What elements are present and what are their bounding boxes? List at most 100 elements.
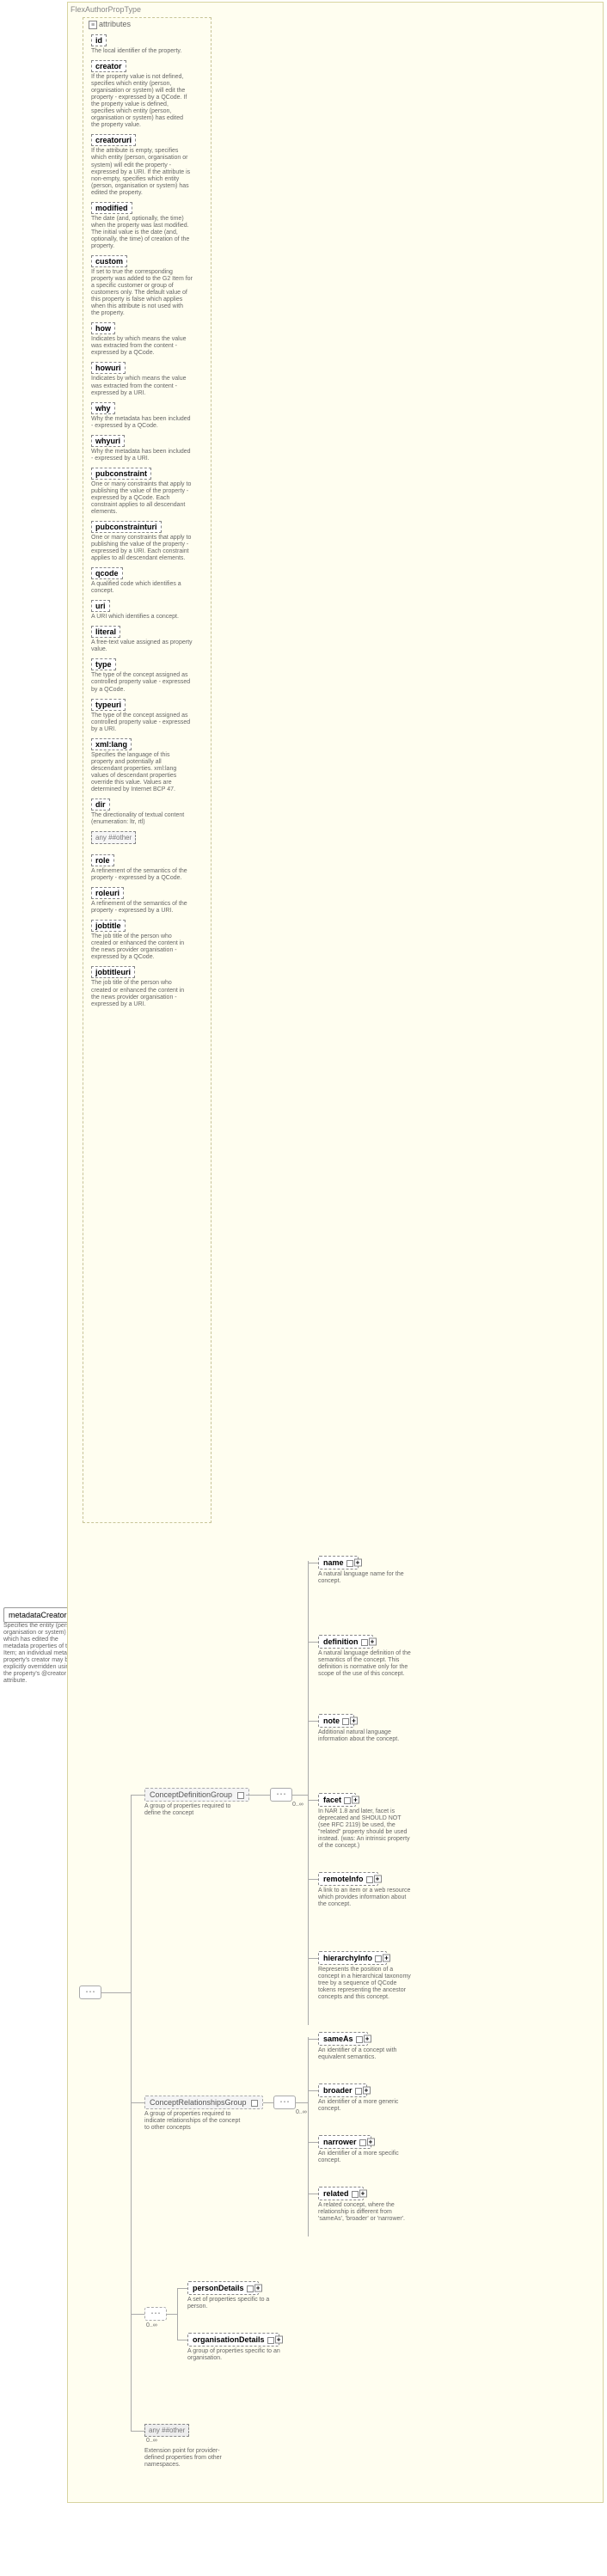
- element-desc: A link to an item or a web resource whic…: [318, 1888, 413, 1908]
- element-icon: [342, 1718, 349, 1725]
- connector: [246, 1795, 270, 1796]
- element-desc: A natural language definition of the sem…: [318, 1650, 413, 1678]
- occurrence: 0..∞: [296, 2109, 307, 2115]
- any-other-element[interactable]: any ##other: [144, 2424, 189, 2437]
- connector: [308, 2037, 309, 2236]
- attr-how[interactable]: howIndicates by which means the value wa…: [91, 322, 208, 357]
- attr-typeuri[interactable]: typeuriThe type of the concept assigned …: [91, 699, 208, 733]
- occurrence: 0..∞: [146, 2438, 157, 2444]
- attr-any-other[interactable]: any ##other: [91, 831, 208, 849]
- attr-pubconstrainturi[interactable]: pubconstrainturiOne or many constraints …: [91, 521, 208, 562]
- concept-definition-group-node[interactable]: ConceptDefinitionGroup A group of proper…: [144, 1788, 249, 1817]
- attr-howuri[interactable]: howuriIndicates by which means the value…: [91, 362, 208, 396]
- attr-modified[interactable]: modifiedThe date (and, optionally, the t…: [91, 202, 208, 250]
- connector: [308, 1879, 318, 1880]
- element-name[interactable]: name+A natural language name for the con…: [318, 1556, 413, 1585]
- attr-literal[interactable]: literalA free-text value assigned as pro…: [91, 626, 208, 653]
- attr-creatoruri[interactable]: creatoruriIf the attribute is empty, spe…: [91, 134, 208, 196]
- connector: [263, 2102, 273, 2103]
- attr-jobtitleuri[interactable]: jobtitleuriThe job title of the person w…: [91, 966, 208, 1007]
- expand-icon[interactable]: +: [275, 2336, 283, 2344]
- element-icon: [247, 2285, 254, 2292]
- expand-icon[interactable]: +: [254, 2285, 262, 2292]
- group-icon: [237, 1792, 244, 1799]
- attr-custom[interactable]: customIf set to true the corresponding p…: [91, 255, 208, 317]
- element-hierarchyInfo[interactable]: hierarchyInfo+Represents the position of…: [318, 1951, 413, 2001]
- expand-icon[interactable]: +: [354, 1559, 362, 1567]
- expand-icon[interactable]: +: [359, 2190, 367, 2198]
- attr-roleuri[interactable]: roleuriA refinement of the semantics of …: [91, 887, 208, 915]
- attr-creator[interactable]: creatorIf the property value is not defi…: [91, 60, 208, 129]
- connector: [167, 2314, 177, 2315]
- element-desc: Represents the position of a concept in …: [318, 1967, 413, 2001]
- element-desc: A natural language name for the concept.: [318, 1571, 413, 1585]
- type-label: FlexAuthorPropType: [71, 5, 141, 14]
- element-icon: [355, 2088, 362, 2095]
- connector: [131, 2102, 144, 2103]
- element-icon: [352, 2191, 359, 2198]
- expand-icon[interactable]: +: [352, 1796, 359, 1804]
- element-note[interactable]: note+Additional natural language informa…: [318, 1714, 413, 1743]
- expand-icon[interactable]: +: [350, 1717, 358, 1725]
- attr-jobtitle[interactable]: jobtitleThe job title of the person who …: [91, 920, 208, 961]
- expand-icon[interactable]: +: [363, 2087, 371, 2095]
- attr-whyuri[interactable]: whyuriWhy the metadata has been included…: [91, 435, 208, 462]
- element-definition[interactable]: definition+A natural language definition…: [318, 1635, 413, 1678]
- element-icon: [344, 1797, 351, 1804]
- element-icon: [359, 2139, 366, 2146]
- attr-role[interactable]: roleA refinement of the semantics of the…: [91, 854, 208, 882]
- group-desc: A group of properties required to indica…: [144, 2111, 241, 2132]
- element-icon: [267, 2337, 274, 2344]
- element-related[interactable]: related+A related concept, where the rel…: [318, 2187, 413, 2223]
- element-broader[interactable]: broader+An identifier of a more generic …: [318, 2083, 413, 2113]
- element-desc: A set of properties specific to a person…: [187, 2297, 282, 2310]
- element-desc: A group of properties specific to an org…: [187, 2348, 282, 2362]
- element-icon: [361, 1639, 368, 1646]
- attr-id[interactable]: idThe local identifier of the property.: [91, 34, 208, 55]
- connector: [131, 2431, 144, 2432]
- element-facet[interactable]: facet+In NAR 1.8 and later, facet is dep…: [318, 1793, 413, 1850]
- attr-dir[interactable]: dirThe directionality of textual content…: [91, 798, 208, 826]
- attr-type[interactable]: typeThe type of the concept assigned as …: [91, 658, 208, 693]
- element-personDetails[interactable]: personDetails+A set of properties specif…: [187, 2281, 282, 2310]
- choice-connector: [144, 2307, 167, 2321]
- element-desc: An identifier of a more specific concept…: [318, 2151, 413, 2164]
- root-element[interactable]: metadataCreator: [3, 1607, 72, 1623]
- connector: [131, 2314, 144, 2315]
- connector: [131, 1795, 144, 1796]
- connector: [308, 1800, 318, 1801]
- connector: [101, 1992, 131, 1993]
- element-desc: An identifier of a concept with equivale…: [318, 2047, 413, 2061]
- connector: [308, 1561, 309, 2025]
- attr-pubconstraint[interactable]: pubconstraintOne or many constraints tha…: [91, 468, 208, 516]
- occurrence: 0..∞: [292, 1802, 304, 1808]
- root-label: metadataCreator: [9, 1611, 67, 1619]
- attr-qcode[interactable]: qcodeA qualified code which identifies a…: [91, 567, 208, 595]
- element-narrower[interactable]: narrower+An identifier of a more specifi…: [318, 2135, 413, 2164]
- attr-icon: ≡: [89, 21, 97, 29]
- expand-icon[interactable]: +: [374, 1875, 382, 1883]
- element-icon: [356, 2036, 363, 2043]
- element-desc: Additional natural language information …: [318, 1729, 413, 1743]
- concept-relationships-group-node[interactable]: ConceptRelationshipsGroup A group of pro…: [144, 2096, 263, 2132]
- expand-icon[interactable]: +: [369, 1638, 377, 1646]
- expand-icon[interactable]: +: [383, 1955, 390, 1962]
- connector: [308, 2039, 318, 2040]
- expand-icon[interactable]: +: [364, 2035, 371, 2043]
- attr-why[interactable]: whyWhy the metadata has been included - …: [91, 402, 208, 430]
- connector: [131, 1795, 132, 2431]
- element-remoteInfo[interactable]: remoteInfo+A link to an item or a web re…: [318, 1872, 413, 1908]
- element-organisationDetails[interactable]: organisationDetails+A group of propertie…: [187, 2333, 282, 2362]
- any-other-desc: Extension point for provider-defined pro…: [144, 2448, 239, 2469]
- element-icon: [375, 1955, 382, 1962]
- element-icon: [366, 1876, 373, 1883]
- attr-uri[interactable]: uriA URI which identifies a concept.: [91, 600, 208, 621]
- attr-xmllang[interactable]: xml:langSpecifies the language of this p…: [91, 738, 208, 793]
- connector: [177, 2288, 187, 2289]
- rel-sequence: [273, 2096, 296, 2109]
- element-icon: [346, 1560, 353, 1567]
- def-sequence: [270, 1788, 292, 1802]
- expand-icon[interactable]: +: [367, 2139, 375, 2146]
- element-sameAs[interactable]: sameAs+An identifier of a concept with e…: [318, 2032, 413, 2061]
- connector: [308, 1721, 318, 1722]
